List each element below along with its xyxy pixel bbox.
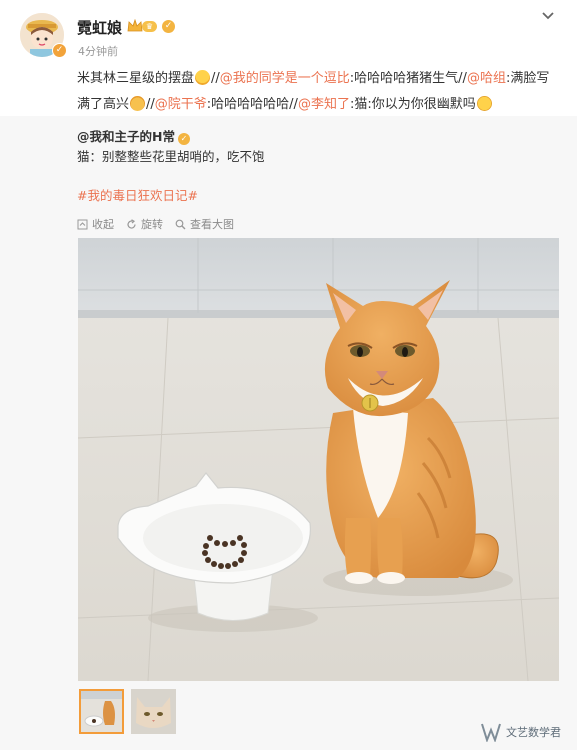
mention-link[interactable]: @哈组: [467, 71, 506, 86]
collapse-label: 收起: [92, 218, 114, 231]
post-time[interactable]: 4分钟前: [78, 43, 118, 59]
verified-badge-icon: ✓: [52, 43, 67, 58]
view-large-label: 查看大图: [190, 218, 234, 231]
collapse-icon: [77, 219, 88, 229]
rotate-button[interactable]: 旋转: [126, 216, 163, 232]
rotate-icon: [127, 218, 136, 229]
cat-thumbnail-icon: [81, 691, 122, 732]
laugh-emoji-icon: [195, 70, 211, 85]
watermark: 文艺数学君: [480, 722, 561, 742]
post-photo[interactable]: [78, 238, 559, 681]
post-text: 米其林三星级的摆盘//@我的同学是一个逗比:哈哈哈哈猪猪生气//@哈组:满脸写满…: [77, 66, 559, 118]
repost-author[interactable]: @我和主子的H常 ✓: [77, 126, 190, 145]
post-text-segment: 米其林三星级的摆盘: [77, 71, 195, 86]
watermark-text: 文艺数学君: [506, 726, 561, 739]
collapse-button[interactable]: 收起: [77, 216, 114, 232]
mention-link[interactable]: @李知了: [298, 97, 350, 112]
post-text-segment: :哈哈哈哈猪猪生气//: [349, 71, 467, 86]
chevron-down-icon[interactable]: [541, 11, 555, 21]
cat-emoji-icon: [130, 96, 146, 111]
thumbnail-2[interactable]: [131, 689, 176, 734]
mention-link[interactable]: @院干爷: [155, 97, 207, 112]
post-text-segment: :猫:你以为你很幽默吗: [349, 97, 476, 112]
view-large-button[interactable]: 查看大图: [175, 216, 234, 232]
smile-emoji-icon: [476, 96, 492, 111]
gold-verified-icon: ✓: [162, 20, 175, 33]
cat-and-bowl-photo-icon: [78, 238, 559, 681]
weibo-post: ✓ 霓虹娘 ♛ ✓ 4分钟前 米其林三星级的摆盘//@我的同学是一个逗比:哈哈哈…: [0, 0, 577, 750]
topic-hashtag[interactable]: #我的毒日狂欢日记#: [77, 185, 198, 204]
thumbnail-1[interactable]: [79, 689, 124, 734]
verified-icon: ✓: [177, 133, 190, 145]
magnifier-icon: [175, 219, 186, 229]
post-text-segment: //: [211, 71, 220, 86]
image-actions: 收起 旋转 查看大图: [77, 216, 234, 232]
post-text-segment: //: [146, 97, 155, 112]
username[interactable]: 霓虹娘: [77, 17, 122, 38]
post-text-segment: :哈哈哈哈哈哈//: [206, 97, 298, 112]
watermark-logo-icon: [481, 723, 501, 742]
vip-level-badge-icon: ♛: [142, 21, 157, 32]
crown-icon: [127, 19, 143, 32]
repost-author-name[interactable]: @我和主子的H常: [77, 129, 175, 144]
mention-link[interactable]: @我的同学是一个逗比: [220, 71, 350, 86]
repost-text: 猫：别整整些花里胡哨的，吃不饱: [77, 149, 265, 164]
rotate-label: 旋转: [141, 218, 163, 231]
cat-face-thumbnail-icon: [131, 689, 176, 734]
